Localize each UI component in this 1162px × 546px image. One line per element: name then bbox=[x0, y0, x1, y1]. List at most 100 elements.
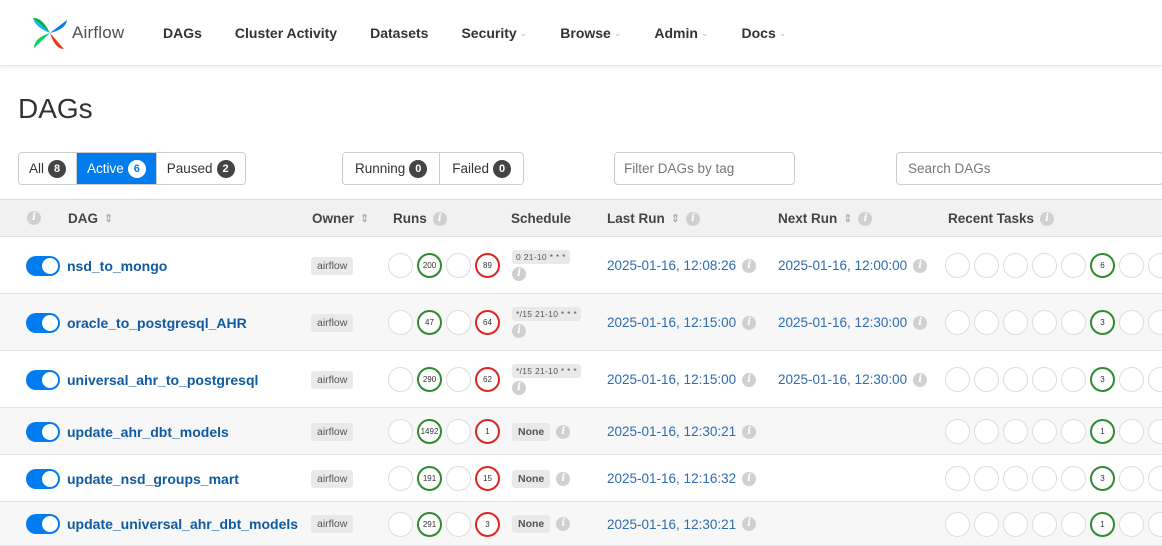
task-status-circle[interactable] bbox=[945, 367, 970, 392]
task-status-circle[interactable] bbox=[1032, 253, 1057, 278]
filter-paused-button[interactable]: Paused 2 bbox=[156, 153, 245, 184]
owner-badge[interactable]: airflow bbox=[311, 469, 354, 488]
run-status-queued[interactable] bbox=[388, 310, 413, 335]
owner-badge[interactable]: airflow bbox=[311, 422, 354, 441]
nav-item-dags[interactable]: DAGs bbox=[163, 25, 202, 41]
run-status-success[interactable]: 191 bbox=[417, 466, 442, 491]
info-icon[interactable]: i bbox=[858, 211, 873, 226]
info-icon[interactable]: i bbox=[742, 517, 757, 531]
info-icon[interactable]: i bbox=[432, 211, 447, 226]
task-status-circle[interactable] bbox=[1148, 511, 1162, 537]
filter-failed-button[interactable]: Failed 0 bbox=[440, 153, 524, 184]
task-status-circle[interactable] bbox=[1003, 367, 1028, 392]
dag-link[interactable]: update_nsd_groups_mart bbox=[67, 471, 239, 487]
task-status-circle[interactable] bbox=[1032, 367, 1057, 392]
run-status-running[interactable] bbox=[446, 310, 471, 335]
nav-item-datasets[interactable]: Datasets bbox=[370, 25, 428, 41]
task-status-circle[interactable] bbox=[974, 419, 999, 444]
task-status-circle[interactable] bbox=[945, 419, 970, 444]
run-status-running[interactable] bbox=[446, 419, 471, 444]
run-status-success[interactable]: 1492 bbox=[417, 419, 442, 444]
run-status-failed[interactable]: 64 bbox=[475, 310, 500, 335]
info-icon[interactable]: i bbox=[742, 471, 757, 486]
info-icon[interactable]: i bbox=[556, 471, 571, 486]
task-status-circle[interactable] bbox=[1003, 310, 1028, 335]
run-status-queued[interactable] bbox=[388, 367, 413, 392]
owner-badge[interactable]: airflow bbox=[311, 256, 354, 275]
task-status-circle[interactable] bbox=[974, 310, 999, 335]
nav-item-security[interactable]: Security ⌄ bbox=[461, 25, 527, 41]
task-status-circle[interactable] bbox=[1032, 511, 1057, 537]
last-run-link[interactable]: 2025-01-16, 12:30:21 bbox=[607, 517, 736, 532]
header-owner[interactable]: Owner ⇕ bbox=[312, 211, 369, 226]
task-status-circle[interactable] bbox=[1119, 310, 1144, 335]
search-input[interactable] bbox=[896, 152, 1162, 185]
task-status-success[interactable]: 3 bbox=[1090, 367, 1115, 392]
info-icon[interactable]: i bbox=[1040, 211, 1055, 226]
task-status-circle[interactable] bbox=[974, 253, 999, 278]
info-icon[interactable]: i bbox=[556, 517, 571, 531]
task-status-circle[interactable] bbox=[1003, 466, 1028, 491]
task-status-circle[interactable] bbox=[1003, 419, 1028, 444]
last-run-link[interactable]: 2025-01-16, 12:30:21 bbox=[607, 424, 736, 439]
task-status-circle[interactable] bbox=[1003, 253, 1028, 278]
next-run-link[interactable]: 2025-01-16, 12:30:00 bbox=[778, 372, 907, 387]
dag-link[interactable]: universal_ahr_to_postgresql bbox=[67, 372, 258, 388]
task-status-circle[interactable] bbox=[1148, 419, 1162, 444]
owner-badge[interactable]: airflow bbox=[311, 313, 354, 332]
tag-filter-input[interactable] bbox=[614, 152, 795, 185]
task-status-circle[interactable] bbox=[1032, 466, 1057, 491]
task-status-circle[interactable] bbox=[1119, 419, 1144, 444]
task-status-circle[interactable] bbox=[1061, 310, 1086, 335]
task-status-circle[interactable] bbox=[1032, 310, 1057, 335]
task-status-circle[interactable] bbox=[945, 310, 970, 335]
info-icon[interactable]: i bbox=[913, 315, 928, 330]
task-status-circle[interactable] bbox=[974, 367, 999, 392]
schedule-badge[interactable]: None bbox=[512, 422, 551, 441]
task-status-circle[interactable] bbox=[1119, 511, 1144, 537]
info-icon[interactable]: i bbox=[742, 372, 757, 387]
last-run-link[interactable]: 2025-01-16, 12:15:00 bbox=[607, 315, 736, 330]
info-icon[interactable]: i bbox=[512, 324, 526, 338]
run-status-queued[interactable] bbox=[388, 253, 413, 278]
pause-toggle[interactable] bbox=[26, 369, 60, 390]
airflow-logo[interactable]: Airflow bbox=[30, 14, 124, 52]
info-icon[interactable]: i bbox=[742, 315, 757, 330]
schedule-badge[interactable]: None bbox=[512, 515, 551, 533]
run-status-running[interactable] bbox=[446, 466, 471, 491]
filter-running-button[interactable]: Running 0 bbox=[343, 153, 441, 184]
pause-toggle[interactable] bbox=[26, 514, 60, 534]
task-status-circle[interactable] bbox=[1061, 511, 1086, 537]
schedule-badge[interactable]: None bbox=[512, 469, 551, 488]
next-run-link[interactable]: 2025-01-16, 12:30:00 bbox=[778, 315, 907, 330]
dag-link[interactable]: update_ahr_dbt_models bbox=[67, 424, 229, 440]
task-status-circle[interactable] bbox=[1148, 253, 1162, 278]
task-status-circle[interactable] bbox=[1148, 310, 1162, 335]
task-status-circle[interactable] bbox=[1061, 367, 1086, 392]
pause-toggle[interactable] bbox=[26, 255, 60, 276]
pause-toggle[interactable] bbox=[26, 468, 60, 489]
owner-badge[interactable]: airflow bbox=[311, 515, 354, 533]
task-status-circle[interactable] bbox=[1061, 253, 1086, 278]
last-run-link[interactable]: 2025-01-16, 12:16:32 bbox=[607, 471, 736, 486]
run-status-failed[interactable]: 1 bbox=[475, 419, 500, 444]
nav-item-docs[interactable]: Docs ⌄ bbox=[742, 25, 787, 41]
run-status-running[interactable] bbox=[446, 367, 471, 392]
task-status-circle[interactable] bbox=[945, 466, 970, 491]
task-status-success[interactable]: 3 bbox=[1090, 310, 1115, 335]
run-status-success[interactable]: 47 bbox=[417, 310, 442, 335]
run-status-failed[interactable]: 62 bbox=[475, 367, 500, 392]
header-last-run[interactable]: Last Run ⇕ i bbox=[607, 211, 700, 226]
schedule-badge[interactable]: 0 21-10 * * * bbox=[512, 250, 570, 264]
task-status-circle[interactable] bbox=[1119, 367, 1144, 392]
task-status-circle[interactable] bbox=[974, 466, 999, 491]
task-status-circle[interactable] bbox=[945, 511, 970, 537]
info-icon[interactable]: i bbox=[913, 372, 928, 387]
header-dag[interactable]: DAG ⇕ bbox=[68, 211, 113, 226]
task-status-success[interactable]: 1 bbox=[1090, 511, 1115, 537]
task-status-circle[interactable] bbox=[1061, 466, 1086, 491]
task-status-circle[interactable] bbox=[974, 511, 999, 537]
task-status-circle[interactable] bbox=[1148, 367, 1162, 392]
filter-all-button[interactable]: All 8 bbox=[19, 153, 78, 184]
run-status-success[interactable]: 291 bbox=[417, 511, 442, 537]
